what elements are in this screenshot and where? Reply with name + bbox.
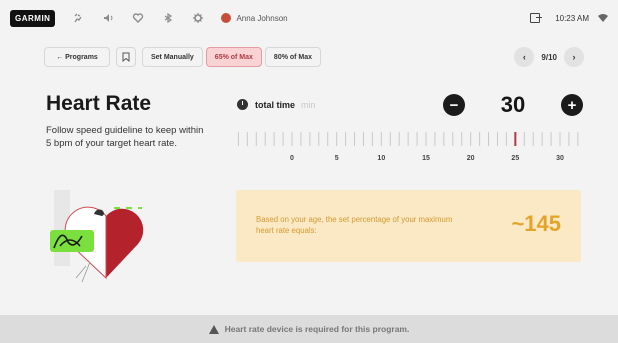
time-stepper: − 30 + xyxy=(443,92,583,117)
max-heart-rate-value: ~145 xyxy=(511,211,561,236)
mode-selector: Set Manually 65% of Max 80% of Max xyxy=(142,47,324,67)
volume-icon[interactable] xyxy=(101,11,115,25)
increase-time-button[interactable]: + xyxy=(560,94,583,116)
warning-banner: Heart rate device is required for this p… xyxy=(0,315,618,343)
back-to-programs-button[interactable]: ← Programs xyxy=(44,47,110,67)
heart-icon[interactable] xyxy=(131,11,145,25)
mode-set-manually[interactable]: Set Manually xyxy=(142,47,203,67)
pager: ‹ 9/10 › xyxy=(514,47,584,67)
mode-80-of-max[interactable]: 80% of Max xyxy=(264,47,322,67)
next-page-button[interactable]: › xyxy=(564,47,584,67)
mode-65-of-max[interactable]: 65% of Max xyxy=(205,47,262,67)
decrease-time-button[interactable]: − xyxy=(443,94,465,116)
ruler-label: 15 xyxy=(422,155,430,162)
clock-time: 10:23 AM xyxy=(555,13,589,23)
max-heart-rate-text: Based on your age, the set percentage of… xyxy=(256,215,453,235)
time-unit: min xyxy=(301,99,316,110)
bookmark-button[interactable] xyxy=(116,47,136,67)
page-description: Follow speed guideline to keep within 5 … xyxy=(46,125,204,149)
previous-page-button[interactable]: ‹ xyxy=(514,47,535,67)
user-name: Anna Johnson xyxy=(236,13,288,23)
exit-icon[interactable] xyxy=(530,13,543,23)
bluetooth-icon[interactable] xyxy=(161,11,175,25)
heart-illustration xyxy=(46,186,146,286)
total-time-label-group: total time min xyxy=(237,99,316,110)
total-time-label: total time xyxy=(255,99,296,110)
warning-icon xyxy=(208,324,219,334)
page-title: Heart Rate xyxy=(46,92,152,115)
status-bar: GARMIN Anna Johnson 10:23 AM xyxy=(0,0,618,36)
ruler-label: 25 xyxy=(511,155,519,162)
max-heart-rate-card: Based on your age, the set percentage of… xyxy=(236,190,581,262)
bookmark-icon xyxy=(122,52,130,62)
ruler-label: 5 xyxy=(335,155,339,162)
avatar xyxy=(221,13,232,23)
time-value: 30 xyxy=(500,92,526,117)
gear-icon[interactable] xyxy=(191,11,205,25)
page-counter: 9/10 xyxy=(541,52,557,62)
time-ruler[interactable]: 0 5 10 15 20 25 30 xyxy=(236,128,580,164)
program-toolbar: ← Programs Set Manually 65% of Max 80% o… xyxy=(44,47,584,67)
warning-text: Heart rate device is required for this p… xyxy=(224,324,410,334)
ruler-label: 20 xyxy=(467,155,475,162)
ruler-label: 10 xyxy=(377,155,385,162)
wifi-icon xyxy=(598,14,608,22)
running-icon[interactable] xyxy=(71,11,85,25)
ruler-label: 30 xyxy=(556,155,564,162)
clock-icon xyxy=(237,99,248,110)
user-profile[interactable]: Anna Johnson xyxy=(221,13,288,23)
ruler-label: 0 xyxy=(290,155,294,162)
garmin-logo: GARMIN xyxy=(10,9,56,27)
